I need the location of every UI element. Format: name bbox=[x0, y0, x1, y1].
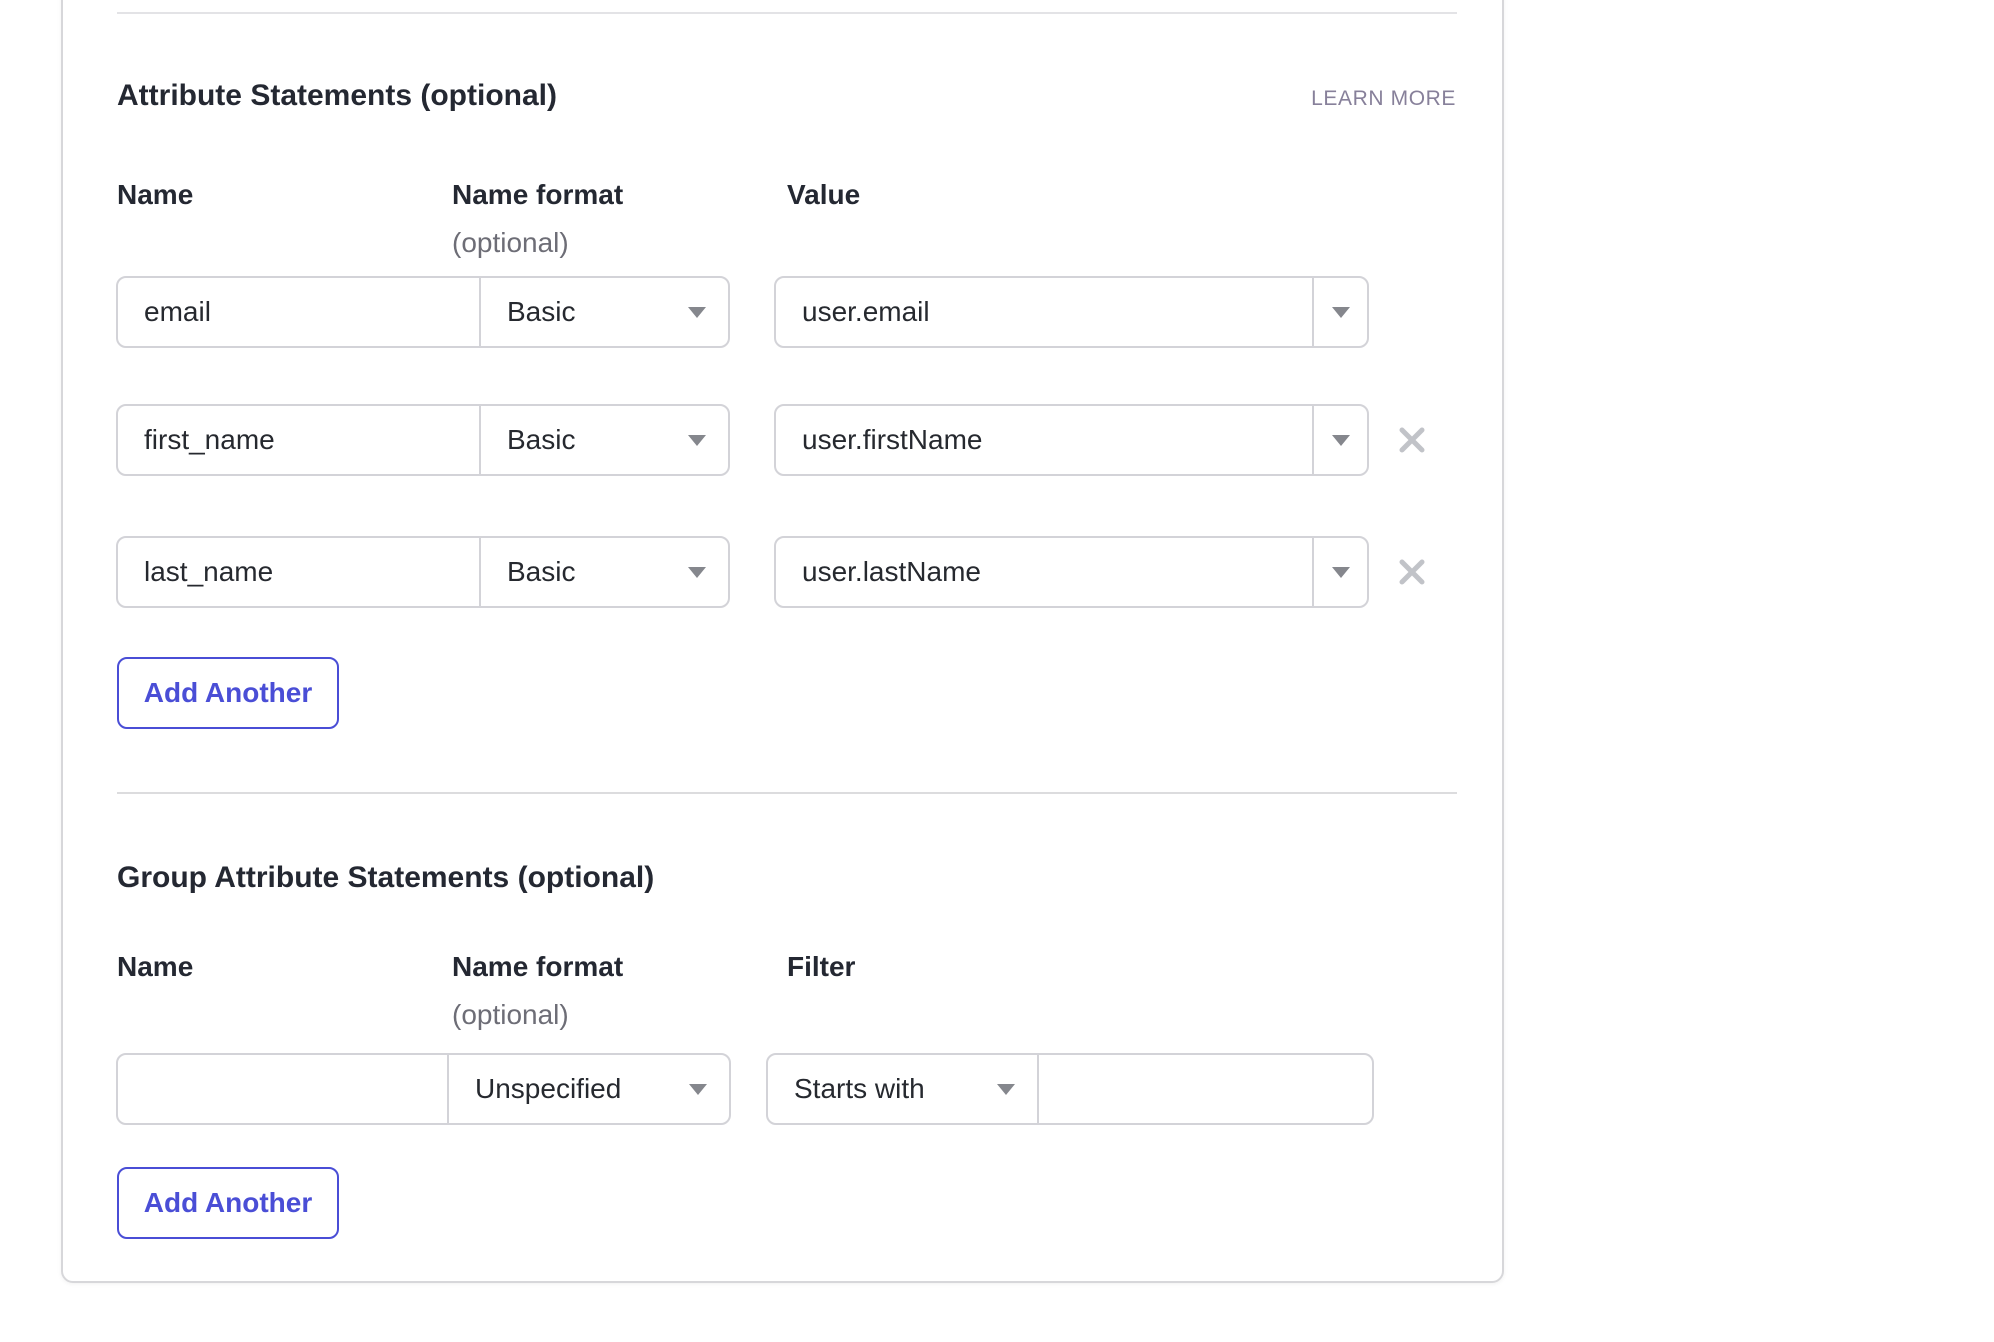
attribute-row-3-value-field bbox=[776, 538, 1312, 606]
group-row-1-filter-type-dropdown[interactable]: Starts with bbox=[768, 1055, 1037, 1123]
saml-settings-card: Attribute Statements (optional) LEARN MO… bbox=[61, 0, 1504, 1283]
group-column-header-name-format: Name format bbox=[452, 952, 623, 982]
attribute-row-3-value-input[interactable] bbox=[776, 556, 1312, 588]
group-row-1-filter-value-field bbox=[1037, 1055, 1372, 1123]
attribute-row-1-name-combo: Basic bbox=[116, 276, 730, 348]
group-column-header-filter: Filter bbox=[787, 952, 855, 982]
close-icon bbox=[1396, 556, 1428, 588]
attribute-row-1-name-input[interactable] bbox=[118, 296, 479, 328]
section-divider bbox=[117, 792, 1457, 794]
chevron-down-icon bbox=[688, 435, 706, 446]
group-row-1-filter-value-input[interactable] bbox=[1039, 1073, 1372, 1105]
attribute-add-another-button[interactable]: Add Another bbox=[117, 657, 339, 729]
attribute-row-2-format-dropdown[interactable]: Basic bbox=[479, 406, 728, 474]
group-row-1-name-input[interactable] bbox=[118, 1073, 447, 1105]
group-column-header-name: Name bbox=[117, 952, 193, 982]
group-column-header-name-format-note: (optional) bbox=[452, 1000, 569, 1030]
attribute-row-2-name-combo: Basic bbox=[116, 404, 730, 476]
attribute-row-2-value-field bbox=[776, 406, 1312, 474]
chevron-down-icon bbox=[1332, 567, 1350, 578]
attribute-row-1-name-field bbox=[118, 278, 479, 346]
group-row-1-name-field bbox=[118, 1055, 447, 1123]
attribute-row-2-remove-button[interactable] bbox=[1394, 422, 1430, 458]
top-section-divider bbox=[117, 12, 1457, 14]
group-add-another-button[interactable]: Add Another bbox=[117, 1167, 339, 1239]
attribute-row-3-name-input[interactable] bbox=[118, 556, 479, 588]
column-header-name-format-note: (optional) bbox=[452, 228, 569, 258]
attribute-row-3-name-combo: Basic bbox=[116, 536, 730, 608]
group-row-1-name-combo: Unspecified bbox=[116, 1053, 731, 1125]
close-icon bbox=[1396, 424, 1428, 456]
attribute-row-2-value-combo bbox=[774, 404, 1369, 476]
learn-more-link[interactable]: LEARN MORE bbox=[1311, 86, 1456, 112]
attribute-row-2-name-field bbox=[118, 406, 479, 474]
chevron-down-icon bbox=[997, 1084, 1015, 1095]
attribute-statements-title: Attribute Statements (optional) bbox=[117, 78, 557, 114]
column-header-name: Name bbox=[117, 180, 193, 210]
chevron-down-icon bbox=[1332, 435, 1350, 446]
chevron-down-icon bbox=[1332, 307, 1350, 318]
attribute-row-3-value-dropdown[interactable] bbox=[1312, 538, 1367, 606]
chevron-down-icon bbox=[688, 307, 706, 318]
attribute-row-2-value-dropdown[interactable] bbox=[1312, 406, 1367, 474]
group-attribute-statements-title: Group Attribute Statements (optional) bbox=[117, 860, 654, 896]
attribute-row-3-name-field bbox=[118, 538, 479, 606]
column-header-name-format: Name format bbox=[452, 180, 623, 210]
attribute-row-3-value-combo bbox=[774, 536, 1369, 608]
attribute-row-1-format-dropdown[interactable]: Basic bbox=[479, 278, 728, 346]
column-header-value: Value bbox=[787, 180, 860, 210]
attribute-row-2-name-input[interactable] bbox=[118, 424, 479, 456]
chevron-down-icon bbox=[689, 1084, 707, 1095]
attribute-row-1-value-field bbox=[776, 278, 1312, 346]
attribute-row-2-value-input[interactable] bbox=[776, 424, 1312, 456]
attribute-row-1-value-dropdown[interactable] bbox=[1312, 278, 1367, 346]
attribute-row-3-format-dropdown[interactable]: Basic bbox=[479, 538, 728, 606]
chevron-down-icon bbox=[688, 567, 706, 578]
attribute-row-3-remove-button[interactable] bbox=[1394, 554, 1430, 590]
attribute-row-1-value-combo bbox=[774, 276, 1369, 348]
group-row-1-filter-combo: Starts with bbox=[766, 1053, 1374, 1125]
group-row-1-format-dropdown[interactable]: Unspecified bbox=[447, 1055, 729, 1123]
attribute-row-1-value-input[interactable] bbox=[776, 296, 1312, 328]
